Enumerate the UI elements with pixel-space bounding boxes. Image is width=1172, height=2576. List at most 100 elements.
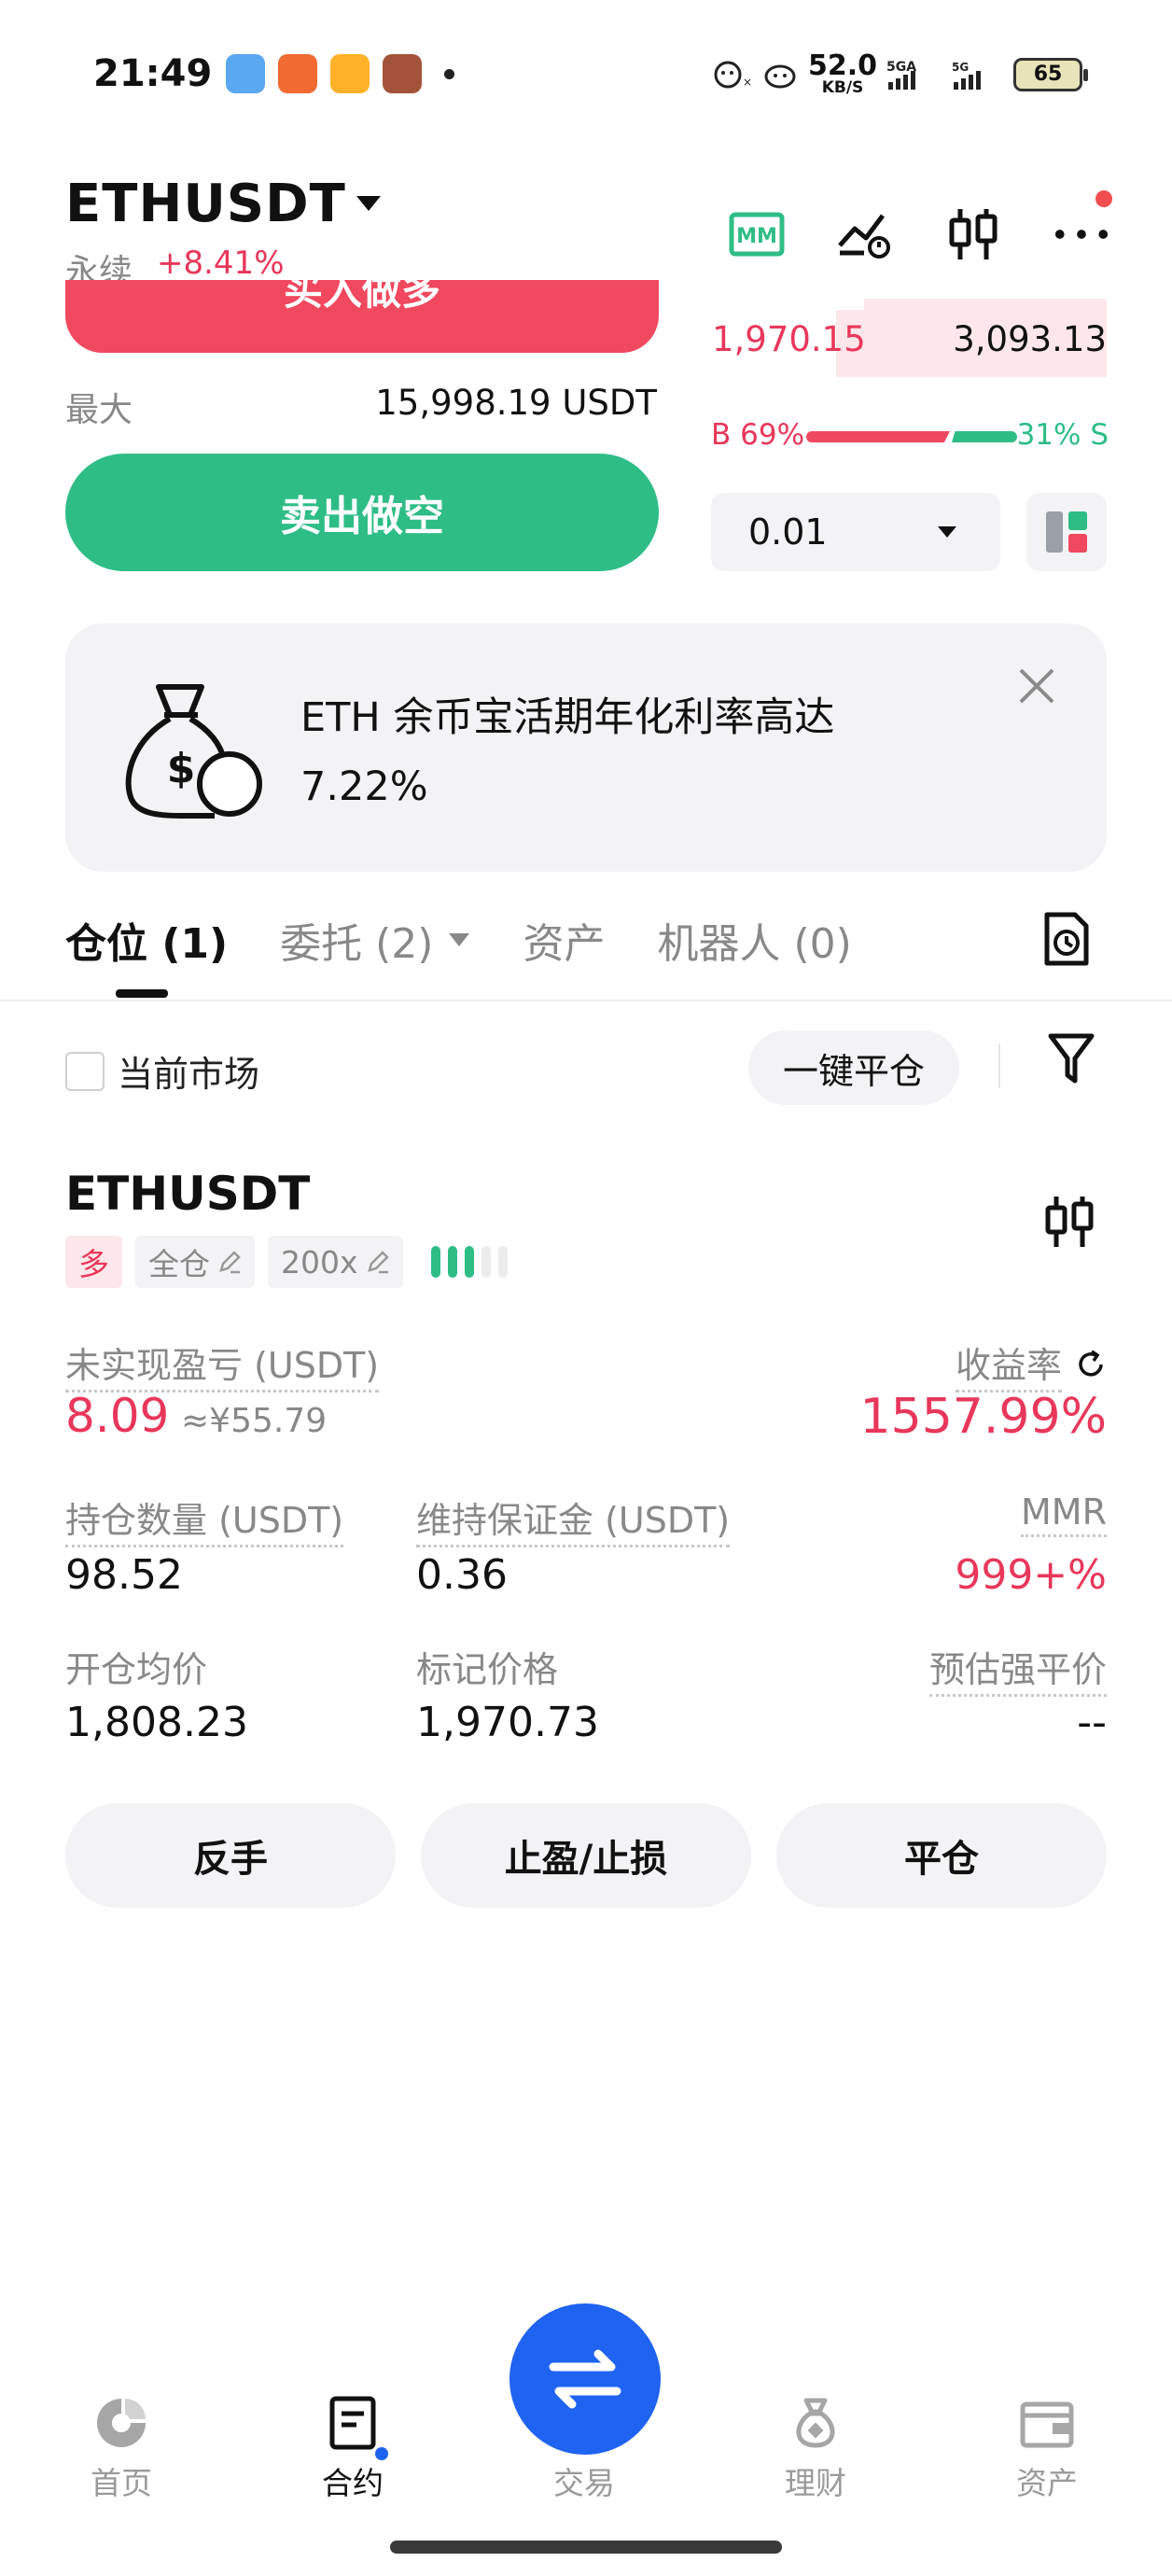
- pet-icon: [764, 64, 796, 88]
- current-market-checkbox[interactable]: [65, 1051, 105, 1091]
- entry-price-value: 1,808.23: [65, 1699, 248, 1746]
- position-tabs: 仓位 (1) 委托 (2) 资产 机器人 (0): [65, 907, 904, 973]
- tp-sl-button[interactable]: 止盈/止损: [421, 1803, 751, 1908]
- roe-label[interactable]: 收益率: [955, 1337, 1107, 1393]
- edit-icon: [219, 1251, 241, 1274]
- roe-value: 1557.99%: [859, 1389, 1107, 1445]
- unrealized-pnl-label[interactable]: 未实现盈亏 (USDT): [65, 1337, 380, 1393]
- depth-step-select[interactable]: 0.01: [711, 493, 1000, 571]
- sell-ratio: 31% S: [1016, 418, 1109, 452]
- trade-fab-button[interactable]: [509, 2303, 661, 2455]
- mmr-value: 999+%: [955, 1551, 1107, 1599]
- svg-text:×: ×: [743, 76, 752, 89]
- current-market-label: 当前市场: [118, 1054, 260, 1095]
- battery-icon: 65: [1013, 57, 1088, 91]
- divider: [998, 1043, 1000, 1088]
- close-icon[interactable]: [1017, 666, 1056, 706]
- promo-text: ETH 余币宝活期年化利率高达 7.22%: [300, 694, 835, 810]
- pair-title[interactable]: ETHUSDT: [65, 174, 346, 234]
- svg-text:MM: MM: [736, 225, 777, 248]
- more-notifications-dot: [444, 68, 454, 79]
- orderbook-layout-icon: [1046, 511, 1087, 553]
- position-symbol[interactable]: ETHUSDT: [65, 1167, 310, 1221]
- current-market-filter[interactable]: 当前市场: [65, 1045, 259, 1097]
- price-change-percent: +8.41%: [157, 245, 285, 282]
- nav-home[interactable]: 首页: [37, 2395, 205, 2503]
- leverage-tag[interactable]: 200x: [268, 1236, 403, 1288]
- tab-orders[interactable]: 委托 (2): [280, 910, 470, 970]
- earn-icon: [796, 2398, 835, 2448]
- nav-earn[interactable]: 理财: [732, 2395, 900, 2503]
- maint-margin-value: 0.36: [416, 1551, 508, 1599]
- position-size-value: 98.52: [65, 1551, 183, 1599]
- tab-divider: [0, 1000, 1172, 1001]
- position-tags: 多 全仓 200x: [65, 1236, 508, 1288]
- position-size-label[interactable]: 持仓数量 (USDT): [65, 1491, 344, 1547]
- orderbook-ask-row[interactable]: 1,970.15 3,093.13: [709, 299, 1107, 377]
- buy-sell-ratio: B 69% 31% S: [711, 418, 1109, 455]
- adl-indicator: [430, 1246, 508, 1278]
- entry-price-label: 开仓均价: [65, 1649, 208, 1690]
- signal-5ga-icon: 5GA: [886, 60, 916, 90]
- sell-ratio-bar: [952, 431, 1017, 442]
- close-all-button[interactable]: 一键平仓: [748, 1030, 959, 1105]
- liq-price-label[interactable]: 预估强平价: [928, 1641, 1107, 1697]
- max-value: 15,998.19 USDT: [375, 383, 657, 423]
- depth-step-value: 0.01: [748, 511, 828, 553]
- hero-app-icon: [383, 54, 422, 93]
- candlestick-chart-icon[interactable]: [944, 205, 1002, 263]
- chevron-down-icon: [938, 526, 956, 538]
- history-icon[interactable]: [1043, 911, 1090, 967]
- candlestick-chart-icon[interactable]: [1043, 1193, 1095, 1251]
- nav-futures[interactable]: 合约: [269, 2395, 437, 2503]
- mmr-label[interactable]: MMR: [1021, 1491, 1107, 1537]
- money-bag-icon: $: [125, 684, 262, 819]
- buy-ratio: B 69%: [711, 418, 805, 452]
- futures-icon: [329, 2396, 376, 2450]
- active-tab-indicator: [116, 989, 168, 998]
- weather-app-icon: [226, 54, 265, 93]
- close-position-button[interactable]: 平仓: [776, 1803, 1107, 1908]
- nav-assets[interactable]: 资产: [963, 2395, 1131, 2503]
- tab-bots[interactable]: 机器人 (0): [657, 910, 851, 970]
- tab-positions[interactable]: 仓位 (1): [65, 910, 228, 970]
- edit-icon: [367, 1251, 389, 1274]
- dnd-icon: ×: [714, 61, 752, 89]
- game-app-icon: [278, 54, 317, 93]
- network-speed: 52.0 KB/S: [807, 49, 877, 97]
- swap-arrows-icon: [549, 2349, 621, 2409]
- side-tag: 多: [65, 1236, 122, 1288]
- sell-short-button[interactable]: 卖出做空: [65, 454, 659, 571]
- ask-price: 1,970.15: [712, 319, 866, 359]
- status-indicators: × 52.0 KB/S 5GA 5G 65: [711, 49, 1088, 97]
- tab-assets[interactable]: 资产: [523, 910, 605, 970]
- price-alert-icon[interactable]: [836, 205, 894, 263]
- video-app-icon: [330, 54, 370, 93]
- unrealized-pnl-cny: ≈¥55.79: [181, 1402, 328, 1440]
- mark-price-value: 1,970.73: [416, 1699, 599, 1746]
- home-indicator: [390, 2541, 782, 2554]
- ask-size: 3,093.13: [953, 319, 1107, 359]
- refresh-icon[interactable]: [1075, 1349, 1107, 1380]
- buy-long-button[interactable]: 买入做多: [65, 280, 659, 353]
- unrealized-pnl-value: 8.09: [65, 1389, 170, 1443]
- liq-price-value: --: [1077, 1699, 1107, 1746]
- margin-mode-tag[interactable]: 全仓: [135, 1236, 255, 1288]
- max-label: 最大: [65, 391, 133, 429]
- wallet-icon: [1020, 2401, 1074, 2448]
- home-icon: [97, 2399, 146, 2447]
- mark-price-label: 标记价格: [416, 1649, 559, 1690]
- notification-dot: [1095, 190, 1112, 207]
- status-app-icons: [226, 54, 454, 93]
- svg-text:$: $: [167, 745, 196, 792]
- more-options-icon[interactable]: [1053, 190, 1112, 263]
- signal-5g-icon: 5G: [952, 61, 981, 90]
- reverse-button[interactable]: 反手: [65, 1803, 396, 1908]
- maint-margin-label[interactable]: 维持保证金 (USDT): [416, 1491, 731, 1547]
- market-maker-icon[interactable]: MM: [728, 205, 786, 263]
- orderbook-layout-button[interactable]: [1026, 493, 1107, 571]
- status-time: 21:49: [93, 52, 213, 95]
- nav-active-dot: [375, 2447, 388, 2460]
- filter-icon[interactable]: [1047, 1032, 1095, 1086]
- pair-dropdown-icon[interactable]: [355, 194, 383, 213]
